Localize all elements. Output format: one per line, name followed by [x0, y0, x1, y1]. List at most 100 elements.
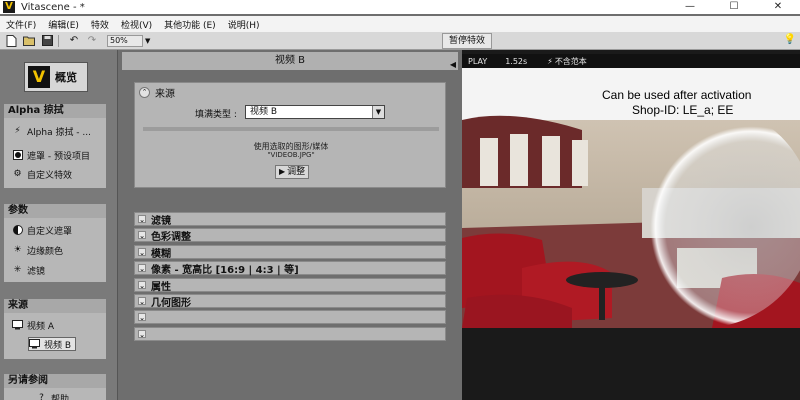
- menu-view[interactable]: 检视(V): [115, 18, 158, 31]
- accordion-label: 属性: [151, 281, 171, 293]
- toolbar-separator: [58, 34, 59, 47]
- menu-other-functions[interactable]: 其他功能 (E): [158, 18, 222, 31]
- preview-status-bar: PLAY 1.52s ⚡ 不含范本: [462, 54, 800, 68]
- chevron-down-icon[interactable]: ▼: [372, 106, 384, 118]
- sidebar-item-video-a[interactable]: 视频 A: [12, 318, 54, 332]
- sidebar-item-filter[interactable]: ✳ 滤镜: [12, 263, 45, 277]
- window-title: Vitascene - *: [21, 1, 85, 13]
- sidebar-item-custom-effect[interactable]: ⚙ 自定义特效: [12, 167, 72, 181]
- accordion-filter[interactable]: ⌄ 滤镜: [134, 212, 446, 227]
- sidebar-item-label: 视频 A: [27, 321, 55, 332]
- redo-icon[interactable]: ↷: [85, 34, 99, 48]
- preview-image: [462, 68, 800, 328]
- chevron-down-icon: ⌄: [138, 330, 146, 339]
- panel-title-text: 视频 B: [274, 55, 306, 66]
- mask-icon: [12, 150, 23, 161]
- chevron-down-icon: ⌄: [138, 264, 146, 273]
- title-bar: V Vitascene - * — ☐ ✕: [0, 0, 800, 14]
- sidebar-item-label: 边缘颜色: [27, 246, 64, 257]
- monitor-icon: [12, 320, 23, 331]
- sidebar-item-video-b[interactable]: 视频 B: [28, 337, 77, 351]
- section-alpha-wipe: Alpha 掠拭: [4, 104, 106, 118]
- zoom-select[interactable]: 50%: [107, 34, 143, 47]
- accordion-empty-2[interactable]: ⌄: [134, 327, 446, 341]
- close-button[interactable]: ✕: [756, 0, 800, 14]
- accordion-color-adjust[interactable]: ⌄ 色彩调整: [134, 228, 446, 243]
- half-circle-icon: [12, 225, 23, 236]
- sidebar-item-label: 遮罩 - 预设项目: [27, 151, 90, 162]
- maximize-button[interactable]: ☐: [712, 0, 756, 14]
- play-icon: ▶: [279, 167, 286, 176]
- new-file-icon[interactable]: [4, 34, 18, 48]
- sparkle-icon: ✳: [13, 265, 22, 275]
- media-filename: "VIDEOB.JPG": [267, 151, 315, 159]
- section-parameters: 参数: [4, 204, 106, 218]
- section-source: 来源: [4, 299, 106, 313]
- source-divider: [143, 127, 439, 131]
- panel-title: 视频 B ◀: [122, 52, 458, 70]
- accordion-properties[interactable]: ⌄ 属性: [134, 278, 446, 293]
- caret-right-icon[interactable]: ◀: [450, 56, 456, 74]
- accordion-label: 模糊: [151, 248, 171, 260]
- open-folder-icon[interactable]: [22, 34, 36, 48]
- adjust-label: 调整: [287, 167, 306, 177]
- sidebar-item-label: 滤镜: [27, 266, 46, 277]
- chevron-down-icon: ⌄: [138, 231, 146, 240]
- sidebar-item-label: 自定义特效: [27, 170, 73, 181]
- lightning-icon: ⚡: [547, 56, 553, 66]
- menu-file[interactable]: 文件(F): [0, 18, 42, 31]
- sidebar-item-label: 视频 B: [44, 340, 72, 351]
- lightbulb-icon[interactable]: 💡: [784, 34, 796, 45]
- menu-help[interactable]: 说明(H): [222, 18, 266, 31]
- template-mode[interactable]: 不含范本: [555, 56, 587, 67]
- gear-icon: ⚙: [13, 169, 22, 179]
- sidebar-item-custom-mask[interactable]: 自定义遮罩: [12, 223, 72, 237]
- sidebar-item-mask-preset[interactable]: 遮罩 - 预设项目: [12, 148, 90, 162]
- sidebar-item-label: 帮助: [51, 394, 70, 400]
- sidebar-item-help[interactable]: ? 帮助: [36, 391, 69, 400]
- minimize-button[interactable]: —: [668, 0, 712, 14]
- save-icon[interactable]: [40, 34, 54, 48]
- help-icon: ?: [39, 393, 44, 400]
- vitascene-logo-icon: V: [28, 66, 50, 88]
- monitor-icon: [29, 339, 40, 350]
- accordion-geometry[interactable]: ⌄ 几何图形: [134, 294, 446, 309]
- sidebar-item-label: Alpha 掠拭 - ...: [27, 127, 92, 138]
- chevron-down-icon: ⌄: [138, 281, 146, 290]
- chevron-down-icon: ⌄: [138, 215, 146, 224]
- fill-type-value: 视频 B: [250, 107, 278, 117]
- overview-button[interactable]: V 概览: [24, 62, 88, 92]
- source-title: 来源: [155, 89, 175, 100]
- undo-icon[interactable]: ↶: [67, 34, 81, 48]
- chevron-down-icon[interactable]: ▼: [145, 37, 150, 45]
- accordion-pixel-aspect[interactable]: ⌄ 像素 - 宽高比 [16:9 | 4:3 | 等]: [134, 261, 446, 276]
- accordion-label: 像素 - 宽高比 [16:9 | 4:3 | 等]: [151, 264, 299, 276]
- lightning-icon: ⚡: [14, 126, 21, 136]
- accordion-label: 几何图形: [151, 297, 191, 309]
- menu-edit[interactable]: 编辑(E): [42, 18, 85, 31]
- collapse-up-icon[interactable]: ⌃: [139, 87, 150, 98]
- source-section-header[interactable]: ⌃ 来源: [139, 85, 175, 100]
- sidebar-item-edge-color[interactable]: ☀ 边缘颜色: [12, 243, 63, 257]
- app-logo-icon: V: [3, 1, 15, 13]
- accordion-label: 色彩调整: [151, 231, 191, 243]
- sidebar: V 概览 Alpha 掠拭 ⚡ Alpha 掠拭 - ... 遮罩 - 预设项目…: [0, 50, 118, 400]
- section-see-also: 另请参阅: [4, 374, 106, 388]
- adjust-button[interactable]: ▶ 调整: [275, 165, 310, 179]
- pause-effect-tab[interactable]: 暂停特效: [442, 33, 493, 49]
- menu-effects[interactable]: 特效: [85, 18, 115, 31]
- accordion-empty-1[interactable]: ⌄: [134, 310, 446, 324]
- activation-watermark: Can be used after activation: [602, 88, 752, 102]
- accordion-blur[interactable]: ⌄ 模糊: [134, 245, 446, 260]
- sun-icon: ☀: [13, 245, 22, 255]
- menu-bar: 文件(F) 编辑(E) 特效 检视(V) 其他功能 (E) 说明(H): [0, 16, 800, 32]
- toolbar: ↶ ↷ 50% ▼ 暂停特效 💡: [0, 32, 800, 50]
- sidebar-item-label: 自定义遮罩: [27, 226, 73, 237]
- sidebar-item-alpha-wipe[interactable]: ⚡ Alpha 掠拭 - ...: [12, 124, 91, 138]
- source-section: ⌃ 来源 填满类型 : 视频 B ▼ 使用选取的图形/媒体 "VIDEOB.JP…: [134, 82, 446, 188]
- fill-type-select[interactable]: 视频 B ▼: [245, 105, 385, 119]
- shop-id-watermark: Shop-ID: LE_a; EE: [632, 103, 734, 117]
- fill-type-label: 填满类型 :: [195, 110, 237, 120]
- accordion-label: 滤镜: [151, 215, 171, 227]
- play-status[interactable]: PLAY: [468, 57, 487, 66]
